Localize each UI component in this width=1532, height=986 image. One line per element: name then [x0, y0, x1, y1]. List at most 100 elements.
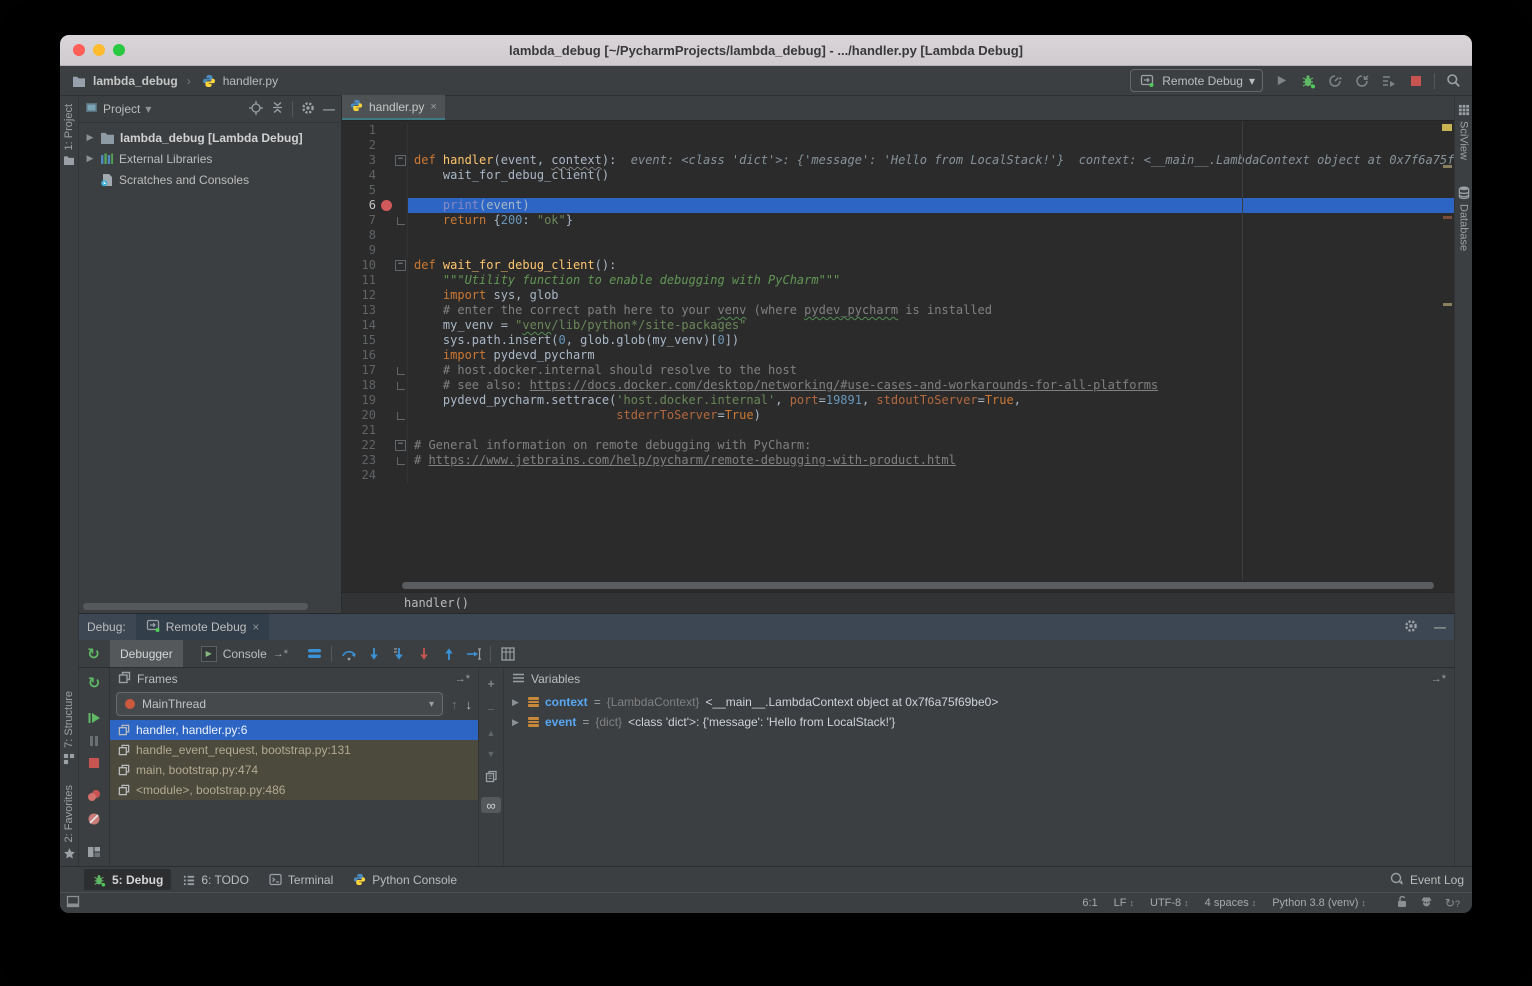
line-number[interactable]: 22 [342, 438, 380, 453]
line-number[interactable]: 23 [342, 453, 380, 468]
variable-row[interactable]: ▶context={LambdaContext}<__main__.Lambda… [504, 692, 1454, 712]
expand-arrow-icon[interactable]: ▶ [85, 132, 95, 143]
stop-button[interactable] [1407, 72, 1425, 90]
code-line[interactable]: 13 # enter the correct path here to your… [342, 303, 1454, 318]
status-item[interactable]: 6:1 [1082, 897, 1097, 909]
gear-icon[interactable] [1404, 619, 1418, 636]
gutter[interactable] [380, 213, 394, 228]
hide-panel-icon[interactable]: — [323, 102, 335, 116]
run-to-cursor-button[interactable] [465, 645, 482, 662]
code-line[interactable]: 19 pydevd_pycharm.settrace('host.docker.… [342, 393, 1454, 408]
run-configuration-select[interactable]: Remote Debug ▾ [1130, 69, 1263, 92]
gutter[interactable] [380, 348, 394, 363]
line-number[interactable]: 4 [342, 168, 380, 183]
expand-arrow-icon[interactable]: ▶ [85, 153, 95, 164]
line-number[interactable]: 6 [342, 198, 380, 213]
mute-breakpoints-button[interactable] [86, 812, 103, 826]
tool-stripe-button[interactable]: 2: Favorites [63, 785, 76, 860]
gutter[interactable] [380, 438, 394, 453]
run-button[interactable] [1272, 72, 1290, 90]
code-line[interactable]: 23# https://www.jetbrains.com/help/pycha… [342, 453, 1454, 468]
line-number[interactable]: 3 [342, 153, 380, 168]
locate-file-icon[interactable] [249, 101, 263, 118]
event-log-button[interactable]: Event Log [1410, 873, 1464, 887]
line-number[interactable]: 14 [342, 318, 380, 333]
code-line[interactable]: 16 import pydevd_pycharm [342, 348, 1454, 363]
profiler-button[interactable] [1326, 72, 1344, 90]
code-line[interactable]: 3−def handler(event, context): event: <c… [342, 153, 1454, 168]
line-number[interactable]: 10 [342, 258, 380, 273]
pin-tab-icon[interactable]: →* [273, 648, 288, 660]
code-line[interactable]: 2 [342, 138, 1454, 153]
code-editor[interactable]: 123−def handler(event, context): event: … [342, 121, 1454, 580]
fold-collapse-icon[interactable]: − [395, 260, 406, 271]
scope-breadcrumb[interactable]: handler() [404, 596, 469, 610]
gutter[interactable] [380, 378, 394, 393]
code-line[interactable]: 5 [342, 183, 1454, 198]
view-breakpoints-grid-icon[interactable] [499, 645, 516, 662]
fold-gutter[interactable] [394, 213, 407, 228]
fold-collapse-icon[interactable]: − [395, 155, 406, 166]
debug-session-tab[interactable]: Remote Debug × [136, 614, 270, 640]
status-item[interactable]: 4 spaces↕ [1205, 897, 1257, 909]
code-line[interactable]: 18 # see also: https://docs.docker.com/d… [342, 378, 1454, 393]
project-tree-item[interactable]: Scratches and Consoles [79, 169, 341, 190]
move-up-button[interactable]: ▲ [487, 728, 496, 738]
chevron-down-icon[interactable]: ▾ [145, 102, 151, 116]
run-with-parameters-button[interactable] [1380, 72, 1398, 90]
code-line[interactable]: 15 sys.path.insert(0, glob.glob(my_venv)… [342, 333, 1454, 348]
step-into-button[interactable] [365, 645, 382, 662]
pin-tab-icon[interactable]: →* [1431, 673, 1446, 685]
debug-button[interactable] [1299, 72, 1317, 90]
gutter[interactable] [380, 228, 394, 243]
line-number[interactable]: 24 [342, 468, 380, 483]
gutter[interactable] [380, 138, 394, 153]
line-number[interactable]: 21 [342, 423, 380, 438]
breadcrumb-file[interactable]: handler.py [223, 74, 278, 88]
close-icon[interactable]: × [252, 620, 259, 634]
code-line[interactable]: 4 wait_for_debug_client() [342, 168, 1454, 183]
tab-debugger[interactable]: Debugger [110, 640, 183, 667]
stack-frame[interactable]: main, bootstrap.py:474 [110, 760, 478, 780]
code-line[interactable]: 8 [342, 228, 1454, 243]
code-line[interactable]: 17 # host.docker.internal should resolve… [342, 363, 1454, 378]
code-line[interactable]: 20 stderrToServer=True) [342, 408, 1454, 423]
collapse-all-icon[interactable] [271, 101, 284, 117]
hide-panel-icon[interactable]: — [1434, 620, 1446, 634]
fold-gutter[interactable]: − [394, 438, 407, 453]
code-line[interactable]: 6 print(event) [342, 198, 1454, 213]
toolwindow-tab-5-debug[interactable]: 5: Debug [84, 869, 171, 890]
step-over-button[interactable] [340, 645, 357, 662]
status-item[interactable]: LF↕ [1114, 897, 1134, 909]
breadcrumb-project[interactable]: lambda_debug [93, 74, 178, 88]
gutter[interactable] [380, 408, 394, 423]
line-number[interactable]: 1 [342, 123, 380, 138]
gutter[interactable] [380, 453, 394, 468]
stack-frame[interactable]: <module>, bootstrap.py:486 [110, 780, 478, 800]
warning-stripe-mark[interactable] [1443, 216, 1452, 219]
close-icon[interactable]: × [430, 101, 436, 113]
fold-gutter[interactable]: − [394, 258, 407, 273]
tool-stripe-button[interactable]: 7: Structure [63, 691, 75, 765]
fold-gutter[interactable] [394, 378, 407, 393]
gutter[interactable] [380, 393, 394, 408]
code-line[interactable]: 11 """Utility function to enable debuggi… [342, 273, 1454, 288]
code-line[interactable]: 7 return {200: "ok"} [342, 213, 1454, 228]
remove-watch-button[interactable]: − [487, 702, 495, 717]
project-tree-item[interactable]: ▶External Libraries [79, 148, 341, 169]
warning-stripe-mark[interactable] [1443, 165, 1452, 168]
move-down-button[interactable]: ▼ [487, 749, 496, 759]
fold-gutter[interactable]: − [394, 153, 407, 168]
gutter[interactable] [380, 288, 394, 303]
highlighting-level-icon[interactable] [1420, 895, 1433, 911]
project-tree-item[interactable]: ▶lambda_debug [Lambda Debug] [79, 127, 341, 148]
tab-console[interactable]: ▶ Console →* [191, 640, 298, 667]
tool-stripe-button[interactable]: SciView [1458, 104, 1470, 160]
step-out-button[interactable] [440, 645, 457, 662]
rerun-session-button[interactable]: ↻ [86, 674, 103, 691]
force-step-into-button[interactable] [390, 645, 407, 662]
write-access-lock-icon[interactable] [1396, 895, 1408, 911]
scrollbar-thumb[interactable] [402, 582, 1434, 589]
resume-button[interactable] [86, 711, 103, 725]
expand-arrow-icon[interactable]: ▶ [512, 717, 522, 728]
